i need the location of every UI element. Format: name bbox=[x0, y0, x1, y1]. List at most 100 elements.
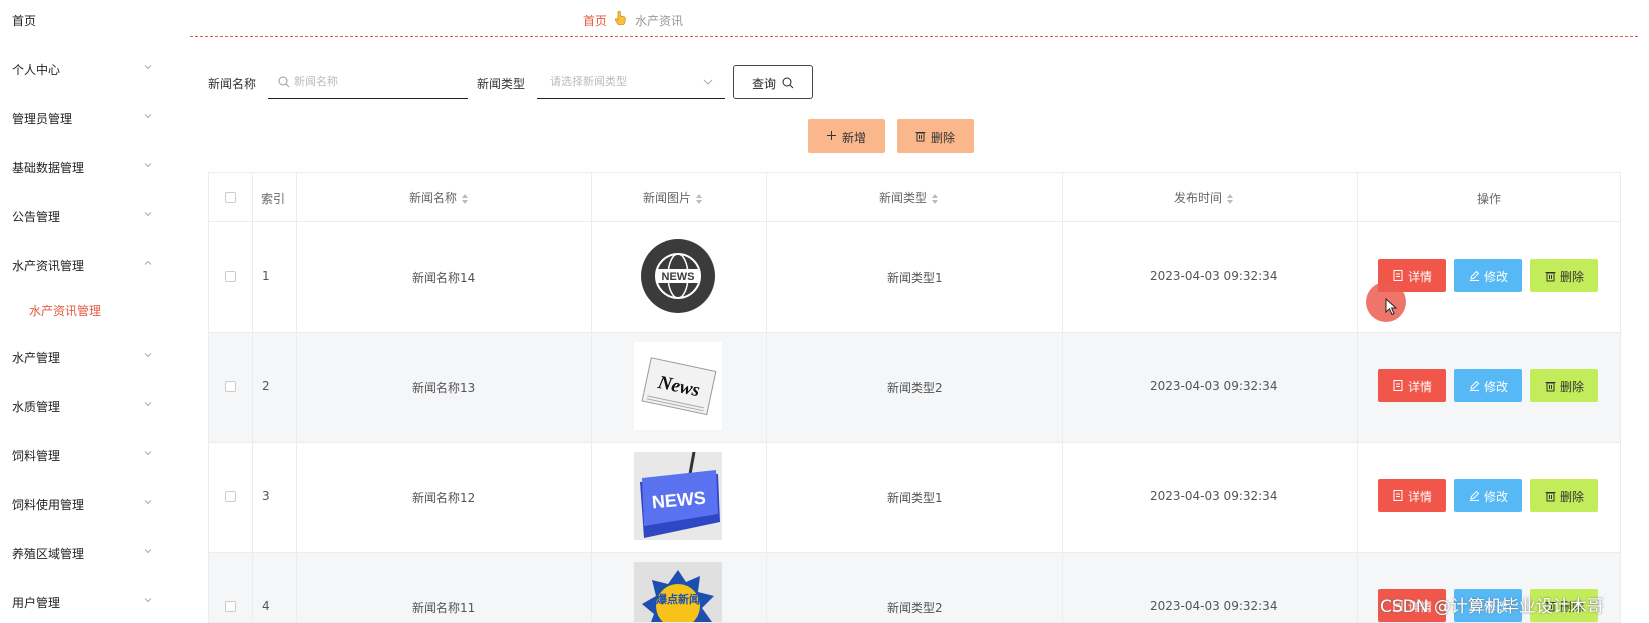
hand-icon bbox=[614, 10, 626, 26]
row-news-type: 新闻类型2 bbox=[887, 381, 943, 395]
chevron-down-icon bbox=[144, 598, 152, 603]
detail-button[interactable]: 详情 bbox=[1378, 479, 1446, 512]
row-index: 1 bbox=[262, 269, 270, 283]
sidebar-item-water-quality[interactable]: 水质管理 bbox=[12, 398, 152, 415]
row-news-type: 新闻类型1 bbox=[887, 271, 943, 285]
image-text: NEWS bbox=[662, 271, 695, 283]
row-checkbox[interactable] bbox=[225, 601, 236, 612]
add-button[interactable]: 新增 bbox=[808, 119, 885, 153]
trash-icon bbox=[1545, 492, 1556, 502]
pencil-icon bbox=[1470, 270, 1480, 281]
breaking-news-image: 爆点新闻 bbox=[634, 562, 722, 622]
edit-button[interactable]: 修改 bbox=[1454, 479, 1522, 512]
header-news-type[interactable]: 新闻类型 bbox=[879, 189, 939, 206]
sidebar-item-label: 用户管理 bbox=[12, 596, 61, 610]
sidebar-item-breeding-area[interactable]: 养殖区域管理 bbox=[12, 545, 152, 562]
chevron-down-icon bbox=[144, 163, 152, 168]
news-name-label: 新闻名称 bbox=[208, 77, 257, 91]
query-button-label: 查询 bbox=[752, 77, 777, 91]
document-icon bbox=[1393, 490, 1403, 501]
row-index: 4 bbox=[262, 599, 270, 613]
edit-button[interactable]: 修改 bbox=[1454, 259, 1522, 292]
sidebar-item-home[interactable]: 首页 bbox=[12, 12, 152, 29]
header-news-image[interactable]: 新闻图片 bbox=[643, 189, 703, 206]
sidebar-item-label: 水质管理 bbox=[12, 400, 61, 414]
edit-button[interactable]: 修改 bbox=[1454, 369, 1522, 402]
detail-button[interactable]: 详情 bbox=[1378, 369, 1446, 402]
sidebar-item-label: 水产管理 bbox=[12, 351, 61, 365]
sidebar-item-admin[interactable]: 管理员管理 bbox=[12, 110, 152, 127]
row-divider bbox=[209, 221, 1620, 222]
row-news-name: 新闻名称11 bbox=[412, 601, 476, 615]
row-index: 3 bbox=[262, 489, 270, 503]
header-news-name[interactable]: 新闻名称 bbox=[409, 189, 469, 206]
detail-button-label: 详情 bbox=[1408, 270, 1433, 284]
image-text: 爆点新闻 bbox=[656, 592, 700, 606]
sidebar-item-label: 首页 bbox=[12, 14, 37, 28]
trash-icon bbox=[915, 132, 926, 142]
detail-button-label: 详情 bbox=[1408, 380, 1433, 394]
breadcrumb-home[interactable]: 首页 bbox=[583, 12, 607, 29]
sidebar-item-notice[interactable]: 公告管理 bbox=[12, 208, 152, 225]
header-operations: 操作 bbox=[1477, 192, 1502, 206]
row-checkbox[interactable] bbox=[225, 381, 236, 392]
delete-button[interactable]: 删除 bbox=[1530, 479, 1598, 512]
row-divider bbox=[209, 552, 1620, 553]
news-type-select[interactable]: 请选择新闻类型 bbox=[537, 65, 725, 99]
row-publish-time: 2023-04-03 09:32:34 bbox=[1150, 489, 1278, 503]
row-checkbox[interactable] bbox=[225, 271, 236, 282]
document-icon bbox=[1393, 270, 1403, 281]
delete-button[interactable]: 删除 bbox=[1530, 369, 1598, 402]
chevron-up-icon bbox=[144, 260, 152, 265]
column-divider bbox=[252, 173, 253, 622]
header-label: 新闻类型 bbox=[879, 191, 928, 205]
pencil-icon bbox=[1470, 490, 1480, 501]
sidebar-item-label: 养殖区域管理 bbox=[12, 547, 85, 561]
row-news-name: 新闻名称13 bbox=[412, 381, 476, 395]
select-all-checkbox[interactable] bbox=[225, 192, 236, 203]
news-key-image: NEWS bbox=[634, 452, 722, 540]
header-label: 新闻名称 bbox=[409, 191, 458, 205]
row-news-type: 新闻类型2 bbox=[887, 601, 943, 615]
detail-button-label: 详情 bbox=[1408, 490, 1433, 504]
column-divider bbox=[296, 173, 297, 622]
sidebar-item-user[interactable]: 用户管理 bbox=[12, 594, 152, 611]
sidebar-item-aquatic-news[interactable]: 水产资讯管理 bbox=[12, 257, 152, 274]
sidebar-item-basic-data[interactable]: 基础数据管理 bbox=[12, 159, 152, 176]
sidebar-item-feed-usage[interactable]: 饲料使用管理 bbox=[12, 496, 152, 513]
edit-button-label: 修改 bbox=[1484, 380, 1509, 394]
news-type-label: 新闻类型 bbox=[477, 77, 526, 91]
column-divider bbox=[591, 173, 592, 622]
sort-icon[interactable] bbox=[462, 193, 469, 204]
sidebar-item-label: 饲料使用管理 bbox=[12, 498, 85, 512]
sidebar: 首页 个人中心 管理员管理 基础数据管理 公告管理 水产资讯管理 水产资讯管理 … bbox=[0, 0, 160, 623]
delete-button-label: 删除 bbox=[1560, 270, 1585, 284]
sidebar-item-label: 个人中心 bbox=[12, 63, 61, 77]
sidebar-item-personal-center[interactable]: 个人中心 bbox=[12, 61, 152, 78]
news-name-placeholder: 新闻名称 bbox=[294, 75, 338, 88]
column-divider bbox=[1357, 173, 1358, 622]
news-name-input[interactable]: 新闻名称 bbox=[268, 65, 468, 99]
edit-button-label: 修改 bbox=[1484, 490, 1509, 504]
chevron-down-icon bbox=[144, 65, 152, 70]
sort-icon[interactable] bbox=[696, 193, 703, 204]
row-checkbox[interactable] bbox=[225, 491, 236, 502]
row-publish-time: 2023-04-03 09:32:34 bbox=[1150, 269, 1278, 283]
batch-delete-button[interactable]: 删除 bbox=[897, 119, 974, 153]
delete-button-label: 删除 bbox=[1560, 380, 1585, 394]
query-button[interactable]: 查询 bbox=[733, 65, 813, 99]
chevron-down-icon bbox=[144, 500, 152, 505]
header-publish-time[interactable]: 发布时间 bbox=[1174, 189, 1234, 206]
sidebar-item-feed[interactable]: 饲料管理 bbox=[12, 447, 152, 464]
breadcrumb-divider bbox=[190, 36, 1638, 37]
sidebar-subitem-aquatic-news[interactable]: 水产资讯管理 bbox=[29, 302, 101, 319]
chevron-down-icon bbox=[144, 212, 152, 217]
delete-button[interactable]: 删除 bbox=[1530, 259, 1598, 292]
batch-delete-button-label: 删除 bbox=[931, 131, 956, 145]
row-index: 2 bbox=[262, 379, 270, 393]
sort-icon[interactable] bbox=[932, 193, 939, 204]
sort-icon[interactable] bbox=[1227, 193, 1234, 204]
sidebar-item-aquatic[interactable]: 水产管理 bbox=[12, 349, 152, 366]
row-publish-time: 2023-04-03 09:32:34 bbox=[1150, 379, 1278, 393]
sidebar-item-label: 公告管理 bbox=[12, 210, 61, 224]
